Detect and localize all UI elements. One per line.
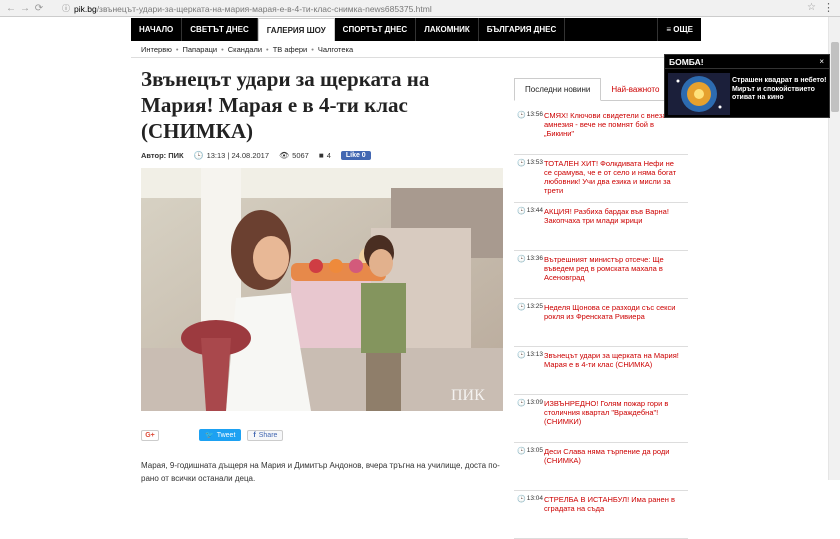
photo-watermark: ПИК <box>451 387 485 404</box>
browser-toolbar: ← → ⟳ ⓘ pik.bg /звънецът-удари-за-щеркат… <box>0 0 840 17</box>
promo-popup[interactable]: БОМБА! × Страшен квадрат в небето! Мирът… <box>664 54 830 118</box>
news-time: 13:25 <box>526 303 543 310</box>
news-item[interactable]: 🕒 13:04 СТРЕЛБА В ИСТАНБУЛ! Има ранен в сг… <box>514 491 688 539</box>
news-headline[interactable]: Вътрешният министър отсече: Ще въведем р… <box>544 255 680 298</box>
subnav-interview[interactable]: Интервю <box>141 45 172 54</box>
news-list: 🕒 13:56 СМЯХ! Ключови свидетели с внезапна… <box>514 107 688 539</box>
eye-icon: 👁 <box>279 150 290 160</box>
separator: • <box>266 44 269 54</box>
news-time: 13:36 <box>526 255 543 262</box>
address-bar[interactable]: ⓘ pik.bg /звънецът-удари-за-щерката-на-м… <box>62 2 807 15</box>
article-meta: Автор: ПИК 🕒 13:13 | 24.08.2017 👁 5067 ■… <box>141 149 501 161</box>
article-title: Звънецът удари за щерката на Мария! Мара… <box>141 67 430 143</box>
news-item[interactable]: 🕒 13:13 Звънецът удари за щерката на Мария… <box>514 347 688 395</box>
share-bar: G+ 🐦 Tweet f Share <box>141 429 503 441</box>
url-host: pik.bg <box>74 3 97 14</box>
separator: • <box>175 44 179 54</box>
publish-datetime: 13:13 | 24.08.2017 <box>206 150 269 160</box>
clock-icon: 🕒 <box>517 352 526 359</box>
tab-latest-news[interactable]: Последни новини <box>514 78 602 101</box>
clock-icon: 🕒 <box>517 256 526 263</box>
news-item[interactable]: 🕒 13:56 СМЯХ! Ключови свидетели с внезапна… <box>514 107 688 155</box>
sidebar-tabs: Последни новини Най-важното <box>514 78 688 101</box>
news-item[interactable]: 🕒 13:09 ИЗВЪНРЕДНО! Голям пожар гори в сто… <box>514 395 688 443</box>
separator: • <box>311 44 314 54</box>
news-time: 13:05 <box>526 447 543 454</box>
subnav-tv[interactable]: ТВ афери <box>273 45 308 54</box>
news-headline[interactable]: СМЯХ! Ключови свидетели с внезапна амнез… <box>544 111 680 154</box>
clock-icon: 🕒 <box>517 448 526 455</box>
comment-count: 4 <box>326 150 331 160</box>
news-item[interactable]: 🕒 13:44 АКЦИЯ! Разбиха бардак във Варна! З… <box>514 203 688 251</box>
clock-icon: 🕒 <box>517 208 526 215</box>
popup-title: БОМБА! <box>665 55 829 69</box>
news-item[interactable]: 🕒 13:36 Вътрешният министър отсече: Ще във… <box>514 251 688 299</box>
news-time: 13:53 <box>526 159 543 166</box>
facebook-share-button[interactable]: f Share <box>247 429 284 441</box>
clock-icon: 🕒 <box>517 160 526 167</box>
clock-icon: 🕒 <box>517 112 526 119</box>
tweet-button[interactable]: 🐦 Tweet <box>199 429 242 441</box>
separator: • <box>221 44 224 54</box>
clock-icon: 🕒 <box>517 400 526 407</box>
news-headline[interactable]: Звънецът удари за щерката на Мария! Мара… <box>544 351 680 394</box>
nav-world[interactable]: СВЕТЪТ ДНЕС <box>182 18 258 41</box>
subnav-chalga[interactable]: Чалготека <box>318 45 353 54</box>
info-icon[interactable]: ⓘ <box>62 3 70 14</box>
facebook-icon: f <box>253 431 256 439</box>
news-headline[interactable]: АКЦИЯ! Разбиха бардак във Варна! Закопча… <box>544 207 680 250</box>
share-label: Share <box>258 431 278 439</box>
facebook-like-button[interactable]: Like 0 <box>340 150 371 160</box>
nav-gallery-show[interactable]: ГАЛЕРИЯ ШОУ <box>257 18 335 41</box>
clock-icon: 🕒 <box>193 150 204 160</box>
news-headline[interactable]: Неделя Щонова се разходи със секси рокля… <box>544 303 680 346</box>
news-headline[interactable]: ТОТАЛЕН ХИТ! Фолкдивата Нефи не се сраму… <box>544 159 680 202</box>
news-item[interactable]: 🕒 13:05 Деси Слава няма търпение да роди (… <box>514 443 688 491</box>
close-icon[interactable]: × <box>819 57 824 66</box>
popup-text[interactable]: Страшен квадрат в небето! Мирът и спокой… <box>732 77 827 103</box>
news-time: 13:44 <box>526 207 543 214</box>
back-icon[interactable]: ← <box>4 3 18 14</box>
news-time: 13:56 <box>526 111 543 118</box>
forward-icon[interactable]: → <box>18 3 32 14</box>
news-headline[interactable]: ИЗВЪНРЕДНО! Голям пожар гори в столичния… <box>544 399 680 442</box>
author: Автор: ПИК <box>141 150 184 160</box>
article-photo: ПИК <box>141 168 503 411</box>
browser-menu-icon[interactable]: ⋮ <box>823 1 834 14</box>
news-time: 13:09 <box>526 399 543 406</box>
news-item[interactable]: 🕒 13:53 ТОТАЛЕН ХИТ! Фолкдивата Нефи не се… <box>514 155 688 203</box>
view-count: 5067 <box>292 150 309 160</box>
google-plus-button[interactable]: G+ <box>141 429 159 441</box>
scrollbar-thumb[interactable] <box>831 42 839 112</box>
nav-gourmet[interactable]: ЛАКОМНИК <box>416 18 479 41</box>
twitter-icon: 🐦 <box>205 432 214 439</box>
subnav-scandals[interactable]: Скандали <box>228 45 262 54</box>
tab-most-important[interactable]: Най-важното <box>601 78 669 100</box>
nav-more[interactable]: ≡ ОЩЕ <box>657 18 701 41</box>
tweet-label: Tweet <box>216 431 236 439</box>
news-item[interactable]: 🕒 13:25 Неделя Щонова се разходи със секси… <box>514 299 688 347</box>
main-navigation: НАЧАЛО СВЕТЪТ ДНЕС ГАЛЕРИЯ ШОУ СПОРТЪТ Д… <box>131 18 701 41</box>
bookmark-star-icon[interactable]: ☆ <box>807 2 816 13</box>
news-headline[interactable]: СТРЕЛБА В ИСТАНБУЛ! Има ранен в сградата… <box>544 495 680 538</box>
news-time: 13:04 <box>526 495 543 502</box>
comment-icon: ■ <box>318 150 324 160</box>
popup-thumbnail[interactable] <box>668 73 730 115</box>
clock-icon: 🕒 <box>517 496 526 503</box>
article-body: Марая, 9-годишната дъщеря на Мария и Дим… <box>141 461 500 483</box>
sub-navigation: Интервю • Папараци • Скандали • ТВ афери • Ч… <box>131 41 701 58</box>
nav-sport[interactable]: СПОРТЪТ ДНЕС <box>335 18 417 41</box>
subnav-paparazzi[interactable]: Папараци <box>182 45 217 54</box>
nav-home[interactable]: НАЧАЛО <box>131 18 183 41</box>
reload-icon[interactable]: ⟳ <box>32 3 46 14</box>
nav-bulgaria[interactable]: БЪЛГАРИЯ ДНЕС <box>479 18 566 41</box>
url-path: /звънецът-удари-за-щерката-на-мария-мара… <box>96 3 432 14</box>
news-sidebar: Последни новини Най-важното 🕒 13:56 СМЯХ! … <box>514 78 688 539</box>
news-time: 13:13 <box>526 351 543 358</box>
news-headline[interactable]: Деси Слава няма търпение да роди (СНИМКА… <box>544 447 680 490</box>
clock-icon: 🕒 <box>517 304 526 311</box>
